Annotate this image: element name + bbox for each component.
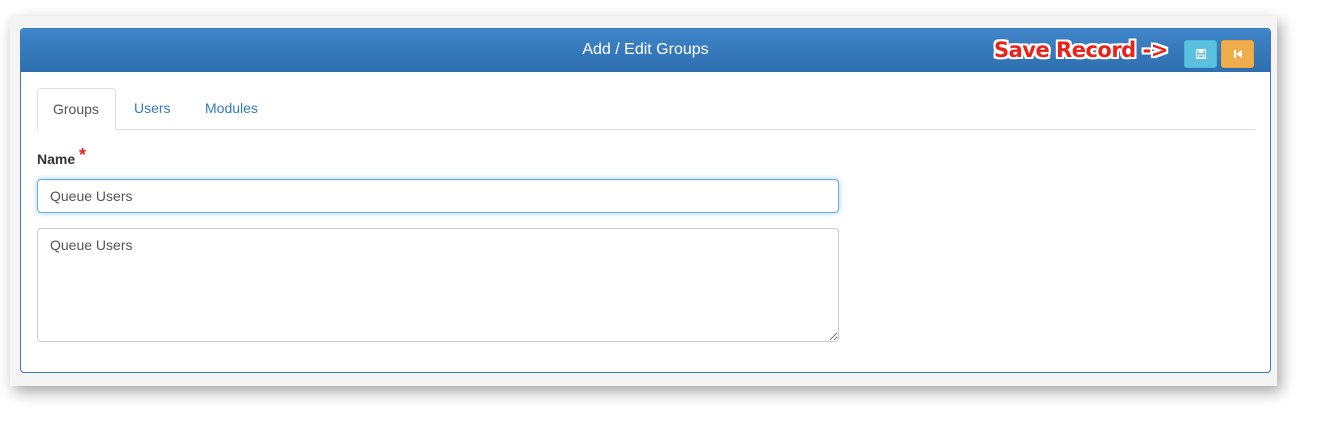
save-icon: [1195, 49, 1206, 59]
tab-modules[interactable]: Modules: [190, 88, 273, 129]
save-button[interactable]: [1184, 40, 1217, 68]
back-button[interactable]: [1221, 40, 1254, 68]
description-textarea[interactable]: Queue Users: [37, 228, 839, 342]
add-edit-groups-panel: Add / Edit Groups Save Record -> Groups …: [20, 28, 1271, 373]
panel-header: Add / Edit Groups Save Record ->: [21, 29, 1270, 72]
step-backward-icon: [1233, 49, 1243, 59]
required-marker: *: [79, 145, 87, 165]
tab-bar: Groups Users Modules: [37, 88, 1255, 130]
name-input[interactable]: [37, 179, 839, 213]
tab-groups[interactable]: Groups: [37, 88, 116, 130]
tab-users[interactable]: Users: [119, 88, 186, 129]
save-record-annotation: Save Record ->: [994, 38, 1168, 62]
name-label: Name: [37, 151, 76, 167]
